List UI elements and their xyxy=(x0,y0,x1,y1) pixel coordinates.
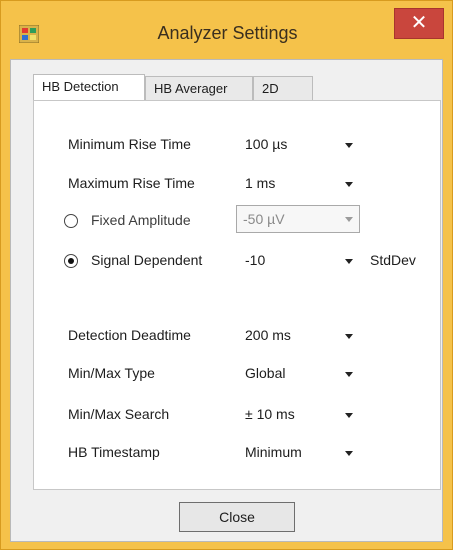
fixed-amplitude-value: -50 µV xyxy=(243,211,285,227)
detection-deadtime-label: Detection Deadtime xyxy=(68,327,191,343)
analyzer-settings-window: Analyzer Settings ✕ HB Detection HB Aver… xyxy=(0,0,453,550)
tab-2d[interactable]: 2D xyxy=(253,76,313,100)
close-icon: ✕ xyxy=(410,12,428,34)
chevron-down-icon xyxy=(345,217,353,222)
hb-timestamp-dropdown[interactable]: Minimum xyxy=(239,441,359,463)
min-rise-time-label: Minimum Rise Time xyxy=(68,136,191,152)
chevron-down-icon xyxy=(345,413,353,418)
chevron-down-icon xyxy=(345,143,353,148)
minmax-type-value: Global xyxy=(245,365,286,381)
min-rise-time-value: 100 µs xyxy=(245,136,288,152)
max-rise-time-dropdown[interactable]: 1 ms xyxy=(239,172,359,194)
tab-label: HB Detection xyxy=(42,79,119,94)
title-bar: Analyzer Settings ✕ xyxy=(1,1,452,59)
signal-dependent-dropdown[interactable]: -10 xyxy=(239,249,359,271)
chevron-down-icon xyxy=(345,182,353,187)
chevron-down-icon xyxy=(345,259,353,264)
signal-dependent-label: Signal Dependent xyxy=(91,252,203,268)
hb-detection-panel: Minimum Rise Time 100 µs Maximum Rise Ti… xyxy=(33,100,441,490)
dialog-client-area: HB Detection HB Averager 2D Minimum Rise… xyxy=(10,59,443,542)
tab-label: HB Averager xyxy=(154,81,228,96)
detection-deadtime-value: 200 ms xyxy=(245,327,291,343)
minmax-search-label: Min/Max Search xyxy=(68,406,170,422)
chevron-down-icon xyxy=(345,334,353,339)
tab-hb-detection[interactable]: HB Detection xyxy=(33,74,145,100)
fixed-amplitude-radio[interactable] xyxy=(64,214,78,228)
minmax-type-label: Min/Max Type xyxy=(68,365,155,381)
fixed-amplitude-label: Fixed Amplitude xyxy=(91,212,191,228)
window-title: Analyzer Settings xyxy=(157,23,298,43)
tab-hb-averager[interactable]: HB Averager xyxy=(145,76,253,100)
signal-dependent-value: -10 xyxy=(245,252,266,268)
minmax-search-dropdown[interactable]: ± 10 ms xyxy=(239,403,359,425)
max-rise-time-value: 1 ms xyxy=(245,175,276,191)
tab-label: 2D xyxy=(262,81,279,96)
minmax-type-dropdown[interactable]: Global xyxy=(239,362,359,384)
max-rise-time-label: Maximum Rise Time xyxy=(68,175,195,191)
chevron-down-icon xyxy=(345,451,353,456)
hb-timestamp-label: HB Timestamp xyxy=(68,444,160,460)
chevron-down-icon xyxy=(345,372,353,377)
detection-deadtime-dropdown[interactable]: 200 ms xyxy=(239,324,359,346)
fixed-amplitude-dropdown[interactable]: -50 µV xyxy=(236,205,360,233)
window-close-button[interactable]: ✕ xyxy=(394,8,444,39)
min-rise-time-dropdown[interactable]: 100 µs xyxy=(239,133,359,155)
stddev-unit-label: StdDev xyxy=(370,252,416,268)
minmax-search-value: ± 10 ms xyxy=(245,406,295,422)
signal-dependent-radio[interactable] xyxy=(64,254,78,268)
hb-timestamp-value: Minimum xyxy=(245,444,302,460)
close-button[interactable]: Close xyxy=(179,502,295,532)
